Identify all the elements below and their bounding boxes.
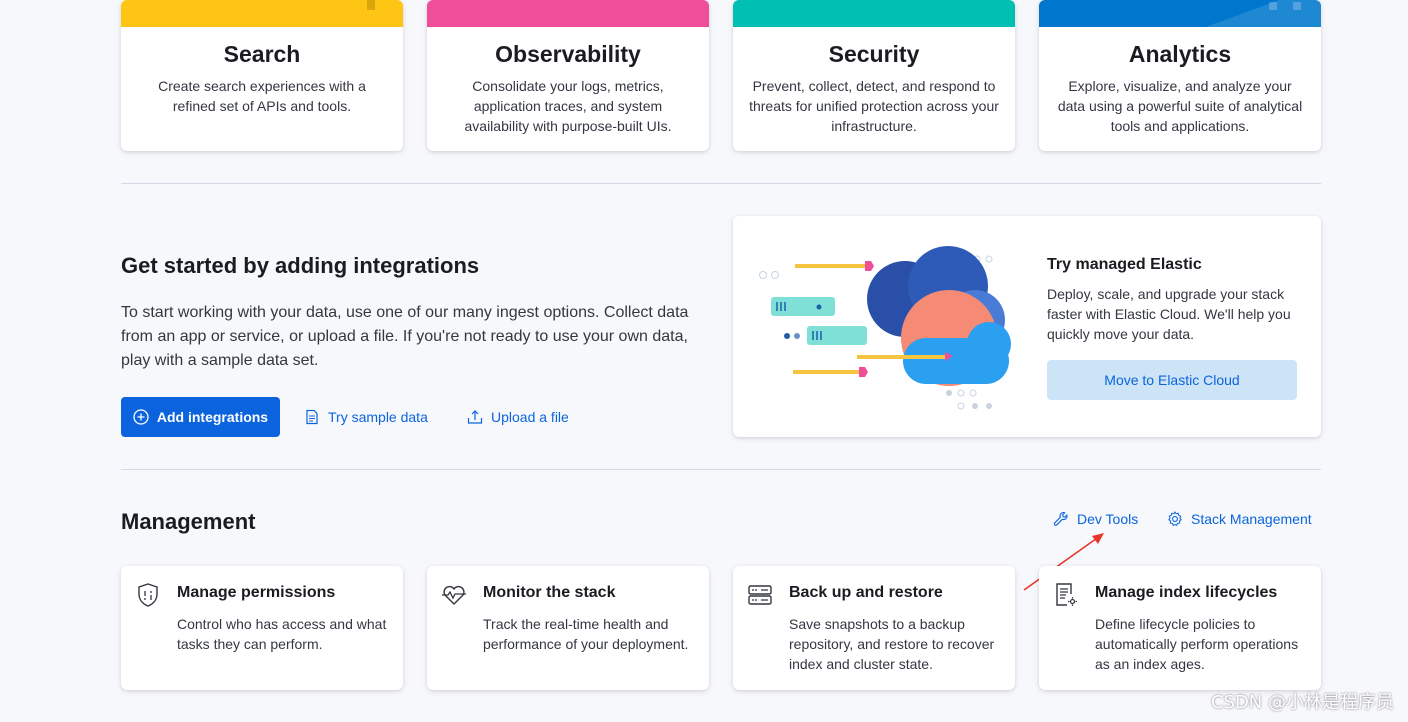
card-title: Manage permissions [177,584,336,601]
card-title: Back up and restore [789,584,943,601]
integrations-title: Get started by adding integrations [121,253,480,278]
divider [121,183,1321,184]
managed-elastic-card: Try managed Elastic Deploy, scale, and u… [733,216,1321,437]
stack-management-link[interactable]: Stack Management [1167,511,1312,527]
solution-card-search[interactable]: Search Create search experiences with a … [121,0,403,151]
card-description: Save snapshots to a backup repository, a… [789,616,995,672]
solution-title: Security [828,41,920,67]
move-to-elastic-cloud-button[interactable]: Move to Elastic Cloud [1047,360,1297,400]
shield-icon [138,583,158,607]
solution-title: Observability [495,41,641,67]
monitor-stack-card[interactable]: Monitor the stack Track the real-time he… [427,566,709,690]
try-sample-data-label: Try sample data [328,409,428,425]
managed-elastic-title: Try managed Elastic [1047,256,1202,273]
security-banner [733,0,1015,27]
try-sample-data-link[interactable]: Try sample data [304,406,428,428]
card-description: Define lifecycle policies to automatical… [1095,616,1299,672]
solution-card-security[interactable]: Security Prevent, collect, detect, and r… [733,0,1015,151]
plus-circle-icon [133,409,149,425]
storage-icon [748,585,772,605]
document-gear-icon [1056,583,1077,606]
add-integrations-label: Add integrations [156,409,269,425]
upload-file-link[interactable]: Upload a file [467,406,569,428]
management-title: Management [121,509,256,534]
add-integrations-button[interactable]: Add integrations [121,397,280,437]
integrations-description: To start working with your data, use one… [121,304,689,369]
solution-description: Consolidate your logs, metrics, applicat… [464,78,672,134]
card-title: Monitor the stack [483,584,616,601]
observability-banner [427,0,709,27]
solution-description: Create search experiences with a refined… [158,78,366,114]
analytics-banner [1039,0,1321,27]
backup-restore-card[interactable]: Back up and restore Save snapshots to a … [733,566,1015,690]
upload-icon [467,410,483,424]
solution-card-observability[interactable]: Observability Consolidate your logs, met… [427,0,709,151]
solution-title: Analytics [1128,41,1232,67]
card-description: Track the real-time health and performan… [483,616,689,652]
stack-management-label: Stack Management [1191,511,1312,527]
solution-title: Search [223,41,301,67]
solution-description: Prevent, collect, detect, and respond to… [749,78,999,134]
search-banner [121,0,403,27]
wrench-icon [1053,511,1068,526]
document-icon [306,409,318,425]
upload-file-label: Upload a file [491,409,569,425]
dev-tools-link[interactable]: Dev Tools [1053,511,1138,527]
cloud-illustration [759,246,1011,410]
divider [121,469,1321,470]
watermark-text: CSDN @小林是程序员 [1210,692,1394,713]
solution-description: Explore, visualize, and analyze your dat… [1057,78,1303,134]
card-description: Control who has access and what tasks th… [177,616,387,652]
managed-elastic-description: Deploy, scale, and upgrade your stack fa… [1047,286,1291,342]
index-lifecycles-card[interactable]: Manage index lifecycles Define lifecycle… [1039,566,1321,690]
heartbeat-icon [442,585,466,605]
gear-icon [1168,511,1182,526]
solution-card-analytics[interactable]: Analytics Explore, visualize, and analyz… [1039,0,1321,151]
dev-tools-label: Dev Tools [1077,511,1139,527]
card-title: Manage index lifecycles [1095,584,1278,601]
manage-permissions-card[interactable]: Manage permissions Control who has acces… [121,566,403,690]
